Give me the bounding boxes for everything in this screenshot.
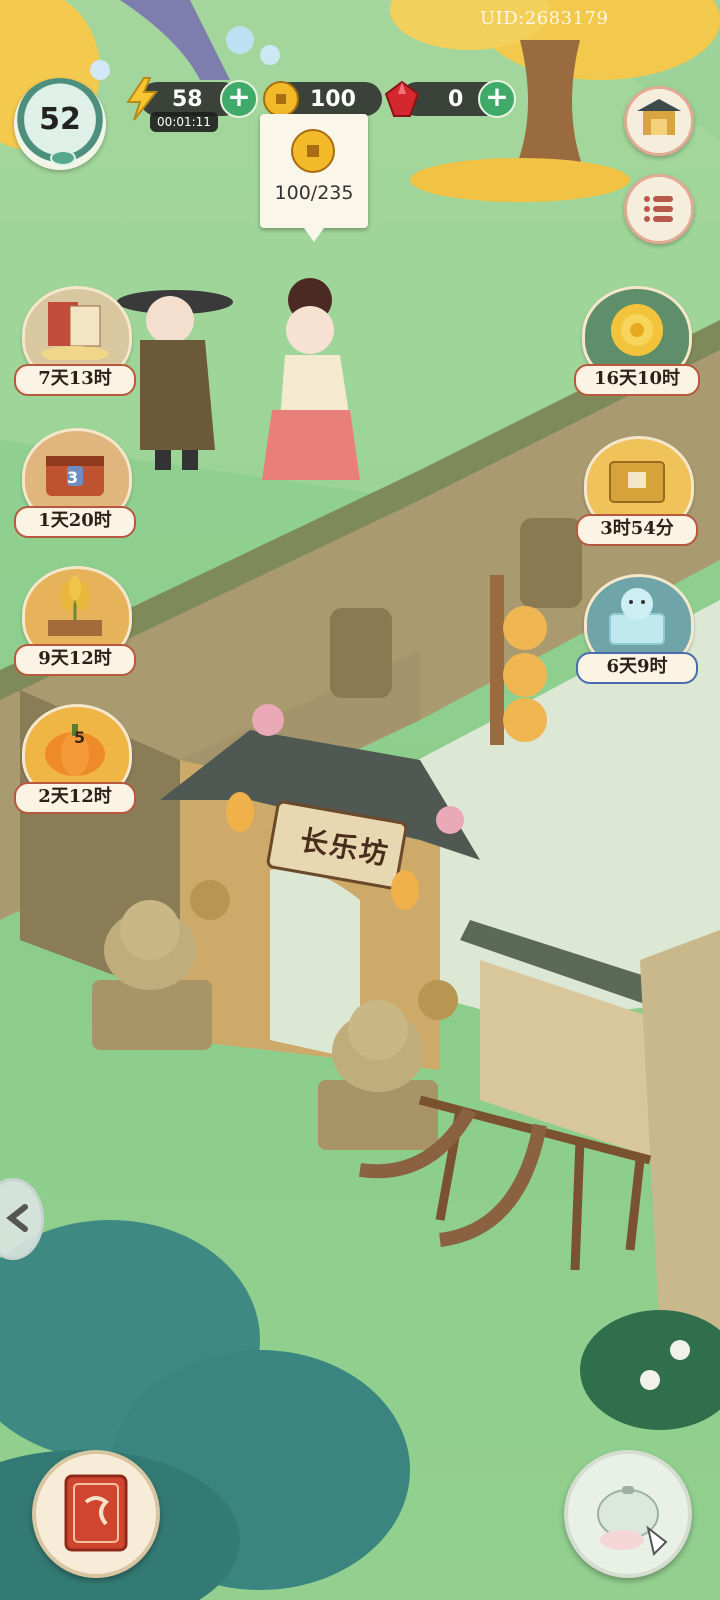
list-icon [644, 196, 673, 222]
energy-value: 58 [172, 86, 203, 112]
event-gift-cat[interactable]: 6天9时 [576, 574, 698, 684]
event-timer: 9天12时 [14, 644, 136, 676]
coin-capacity: 100/235 [274, 182, 354, 204]
menu-button[interactable] [624, 174, 694, 244]
teapot-icon [597, 1486, 668, 1556]
player-level: 52 [39, 102, 81, 137]
event-mooncake-box[interactable]: 3时54分 [576, 436, 698, 546]
event-timer: 6天9时 [576, 652, 698, 684]
event-timer: 16天10时 [574, 364, 700, 396]
pumpkin-count: 5 [74, 728, 86, 747]
cat-gift-icon [609, 588, 665, 645]
event-pumpkin[interactable]: 5 2天12时 [14, 704, 136, 814]
leaf-icon [50, 150, 76, 166]
event-wheat[interactable]: 9天12时 [14, 566, 136, 676]
coin-value: 100 [310, 86, 356, 112]
event-timer: 2天12时 [14, 782, 136, 814]
scroll-icon [41, 302, 109, 360]
coin-tooltip: 100/235 [260, 114, 368, 242]
user-id: UID:2683179 [480, 8, 609, 29]
add-energy-button[interactable]: + [220, 80, 258, 118]
tea-house-button[interactable] [564, 1450, 692, 1578]
event-chest[interactable]: 3 1天20时 [14, 428, 136, 538]
energy-timer: 00:01:11 [150, 112, 218, 132]
back-arrow-icon [6, 1204, 28, 1232]
flower-icon [611, 304, 663, 356]
coin-icon [263, 81, 299, 117]
book-icon [64, 1474, 128, 1552]
gift-box-icon [609, 461, 665, 503]
gem-icon [384, 80, 420, 117]
add-gems-button[interactable]: + [478, 80, 516, 118]
coin-icon [291, 129, 335, 173]
event-timer: 3时54分 [576, 514, 698, 546]
event-timer: 1天20时 [14, 506, 136, 538]
shop-button[interactable] [624, 86, 694, 156]
book-button[interactable] [32, 1450, 160, 1578]
event-scrolls[interactable]: 7天13时 [14, 286, 136, 396]
wheat-icon [48, 576, 102, 636]
event-chrysanthemum[interactable]: 16天10时 [574, 286, 700, 396]
event-timer: 7天13时 [14, 364, 136, 396]
pumpkin-icon [45, 724, 105, 776]
gem-value: 0 [448, 86, 464, 112]
shop-icon [637, 99, 681, 135]
chest-count: 3 [67, 468, 79, 487]
player-level-badge[interactable]: 52 [14, 78, 106, 170]
